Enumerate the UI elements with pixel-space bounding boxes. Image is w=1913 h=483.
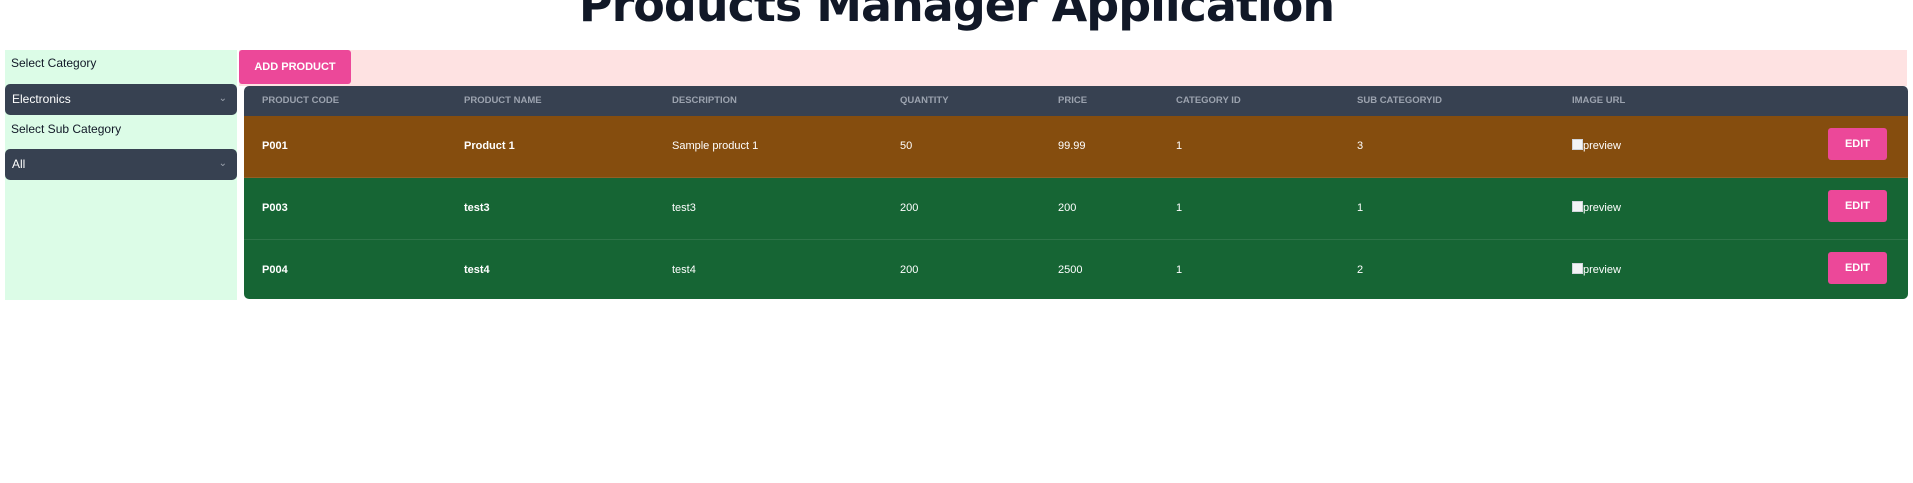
image-alt-text: preview: [1583, 140, 1621, 152]
product-image: preview: [1572, 116, 1621, 177]
image-alt-text: preview: [1583, 264, 1621, 276]
cell-subcategory-id: 2: [1357, 264, 1364, 276]
edit-button[interactable]: EDIT: [1828, 252, 1887, 284]
filter-sidebar: Select Category Electronics ⌄ Select Sub…: [5, 50, 237, 300]
edit-button[interactable]: EDIT: [1828, 190, 1887, 222]
header-price: PRICE: [1058, 95, 1088, 106]
cell-quantity: 200: [900, 264, 919, 276]
page-title: Products Manager Application: [578, 0, 1335, 32]
edit-button[interactable]: EDIT: [1828, 128, 1887, 160]
cell-product-code: P003: [262, 202, 288, 214]
add-product-button[interactable]: ADD PRODUCT: [239, 50, 351, 84]
chevron-down-icon: ⌄: [218, 158, 227, 169]
cell-product-code: P004: [262, 264, 288, 276]
header-category-id: CATEGORY ID: [1176, 95, 1241, 106]
category-select-value: Electronics: [12, 92, 71, 106]
table-row: P001 Product 1 Sample product 1 50 99.99…: [244, 116, 1908, 178]
header-image-url: IMAGE URL: [1572, 95, 1626, 106]
subcategory-select[interactable]: All ⌄: [5, 149, 237, 180]
cell-price: 99.99: [1058, 140, 1086, 152]
header-description: DESCRIPTION: [672, 95, 737, 106]
table-row: P004 test4 test4 200 2500 1 2 preview ED…: [244, 240, 1908, 299]
product-image: preview: [1572, 240, 1621, 299]
cell-quantity: 50: [900, 140, 913, 152]
product-image: preview: [1572, 178, 1621, 239]
chevron-down-icon: ⌄: [218, 93, 227, 104]
table-header-row: PRODUCT CODE PRODUCT NAME DESCRIPTION QU…: [244, 86, 1908, 116]
subcategory-select-value: All: [12, 157, 26, 171]
header-quantity: QUANTITY: [900, 95, 949, 106]
header-subcategory-id: SUB CATEGORYID: [1357, 95, 1442, 106]
category-select[interactable]: Electronics ⌄: [5, 84, 237, 115]
cell-product-name: test3: [464, 202, 490, 214]
broken-image-icon: [1572, 201, 1583, 212]
cell-subcategory-id: 3: [1357, 140, 1364, 152]
broken-image-icon: [1572, 263, 1583, 274]
cell-category-id: 1: [1176, 140, 1183, 152]
cell-price: 2500: [1058, 264, 1083, 276]
cell-product-name: Product 1: [464, 140, 515, 152]
cell-subcategory-id: 1: [1357, 202, 1364, 214]
table-row: P003 test3 test3 200 200 1 1 preview EDI…: [244, 178, 1908, 240]
toolbar: ADD PRODUCT: [239, 50, 1907, 86]
broken-image-icon: [1572, 139, 1583, 150]
subcategory-label: Select Sub Category: [11, 122, 122, 136]
cell-product-code: P001: [262, 140, 288, 152]
cell-product-name: test4: [464, 264, 490, 276]
cell-category-id: 1: [1176, 264, 1183, 276]
header-product-code: PRODUCT CODE: [262, 95, 340, 106]
image-alt-text: preview: [1583, 202, 1621, 214]
cell-category-id: 1: [1176, 202, 1183, 214]
header-product-name: PRODUCT NAME: [464, 95, 542, 106]
cell-description: test4: [672, 264, 696, 276]
cell-description: test3: [672, 202, 696, 214]
cell-description: Sample product 1: [672, 140, 759, 152]
cell-quantity: 200: [900, 202, 919, 214]
cell-price: 200: [1058, 202, 1077, 214]
category-label: Select Category: [11, 56, 97, 70]
products-table: PRODUCT CODE PRODUCT NAME DESCRIPTION QU…: [244, 86, 1908, 299]
